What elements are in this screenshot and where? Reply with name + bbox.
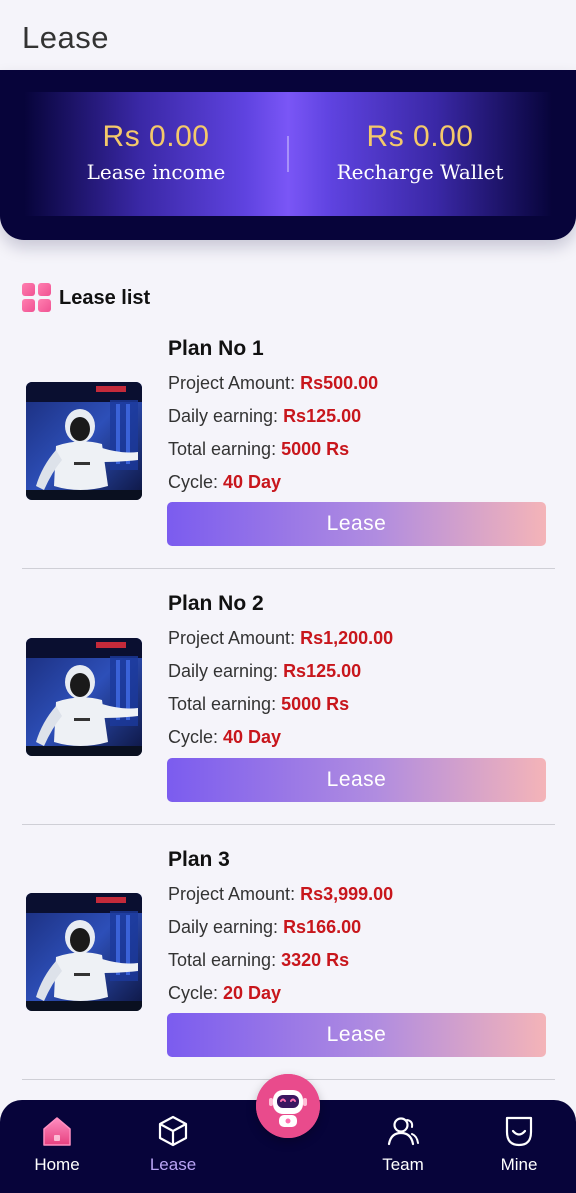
- lease-button[interactable]: Lease: [167, 502, 546, 546]
- total-earning-row: Total earning: 5000 Rs: [168, 694, 349, 715]
- daily-earning-value: Rs166.00: [283, 917, 362, 937]
- total-earning-value: 3320 Rs: [281, 950, 350, 970]
- cycle-row: Cycle: 40 Day: [168, 727, 281, 748]
- project-amount-value: Rs500.00: [300, 373, 379, 393]
- nav-mine[interactable]: Mine: [474, 1114, 564, 1175]
- recharge-wallet-amount: Rs 0.00: [366, 120, 474, 153]
- daily-earning-label: Daily earning:: [168, 917, 284, 937]
- plan-card: Plan No 2 Project Amount: Rs1,200.00 Dai…: [0, 592, 576, 847]
- robot-image: [26, 382, 142, 500]
- daily-earning-label: Daily earning:: [168, 661, 284, 681]
- lease-income-amount: Rs 0.00: [102, 120, 210, 153]
- total-earning-value: 5000 Rs: [281, 439, 350, 459]
- daily-earning-label: Daily earning:: [168, 406, 284, 426]
- nav-lease-label: Lease: [149, 1155, 197, 1174]
- total-earning-value: 5000 Rs: [281, 694, 350, 714]
- daily-earning-row: Daily earning: Rs125.00: [168, 406, 361, 427]
- project-amount-row: Project Amount: Rs1,200.00: [168, 628, 393, 649]
- cycle-row: Cycle: 40 Day: [168, 472, 281, 493]
- total-earning-row: Total earning: 3320 Rs: [168, 950, 349, 971]
- recharge-wallet-summary: Rs 0.00 Recharge Wallet: [288, 120, 552, 184]
- project-amount-label: Project Amount:: [168, 373, 301, 393]
- lease-list-title: Lease list: [59, 287, 151, 309]
- lease-button[interactable]: Lease: [167, 758, 546, 802]
- project-amount-label: Project Amount:: [168, 628, 301, 648]
- total-earning-label: Total earning:: [168, 950, 282, 970]
- nav-mine-label: Mine: [500, 1155, 538, 1174]
- plan-card: Plan 3 Project Amount: Rs3,999.00 Daily …: [0, 848, 576, 1103]
- nav-lease[interactable]: Lease: [128, 1114, 218, 1175]
- summary-card: Rs 0.00 Lease income Rs 0.00 Recharge Wa…: [24, 92, 552, 216]
- robot-image: [26, 893, 142, 1011]
- page-title: Lease: [22, 20, 109, 55]
- robot-icon: [256, 1074, 320, 1138]
- lease-button[interactable]: Lease: [167, 1013, 546, 1057]
- nav-team[interactable]: Team: [358, 1114, 448, 1175]
- project-amount-label: Project Amount:: [168, 884, 301, 904]
- cycle-label: Cycle:: [168, 727, 224, 747]
- nav-home-label: Home: [34, 1155, 80, 1174]
- lease-income-label: Lease income: [86, 160, 226, 184]
- plan-name: Plan No 2: [168, 592, 264, 615]
- summary-panel: Rs 0.00 Lease income Rs 0.00 Recharge Wa…: [0, 70, 576, 240]
- robot-image: [26, 638, 142, 756]
- daily-earning-row: Daily earning: Rs166.00: [168, 917, 361, 938]
- cycle-label: Cycle:: [168, 472, 224, 492]
- mine-icon: [505, 1116, 533, 1147]
- project-amount-value: Rs3,999.00: [300, 884, 394, 904]
- cycle-value: 20 Day: [223, 983, 282, 1003]
- lease-income-summary: Rs 0.00 Lease income: [24, 120, 288, 184]
- plan-card: Plan No 1 Project Amount: Rs500.00 Daily…: [0, 337, 576, 592]
- plan-divider: [22, 824, 555, 825]
- project-amount-row: Project Amount: Rs500.00: [168, 373, 378, 394]
- total-earning-row: Total earning: 5000 Rs: [168, 439, 349, 460]
- nav-home[interactable]: Home: [12, 1114, 102, 1175]
- total-earning-label: Total earning:: [168, 694, 282, 714]
- robot-assistant-button[interactable]: [256, 1074, 320, 1138]
- total-earning-label: Total earning:: [168, 439, 282, 459]
- home-icon: [43, 1117, 71, 1146]
- daily-earning-row: Daily earning: Rs125.00: [168, 661, 361, 682]
- cycle-row: Cycle: 20 Day: [168, 983, 281, 1004]
- header: Lease: [0, 0, 576, 72]
- nav-team-label: Team: [382, 1155, 424, 1174]
- cycle-value: 40 Day: [223, 727, 282, 747]
- daily-earning-value: Rs125.00: [283, 661, 362, 681]
- cycle-label: Cycle:: [168, 983, 224, 1003]
- daily-earning-value: Rs125.00: [283, 406, 362, 426]
- cube-icon: [158, 1115, 188, 1147]
- plan-name: Plan 3: [168, 848, 230, 871]
- recharge-wallet-label: Recharge Wallet: [336, 160, 504, 184]
- plan-name: Plan No 1: [168, 337, 264, 360]
- plan-divider: [22, 568, 555, 569]
- project-amount-row: Project Amount: Rs3,999.00: [168, 884, 393, 905]
- team-icon: [387, 1117, 419, 1146]
- cycle-value: 40 Day: [223, 472, 282, 492]
- project-amount-value: Rs1,200.00: [300, 628, 394, 648]
- grid-icon: [22, 283, 52, 313]
